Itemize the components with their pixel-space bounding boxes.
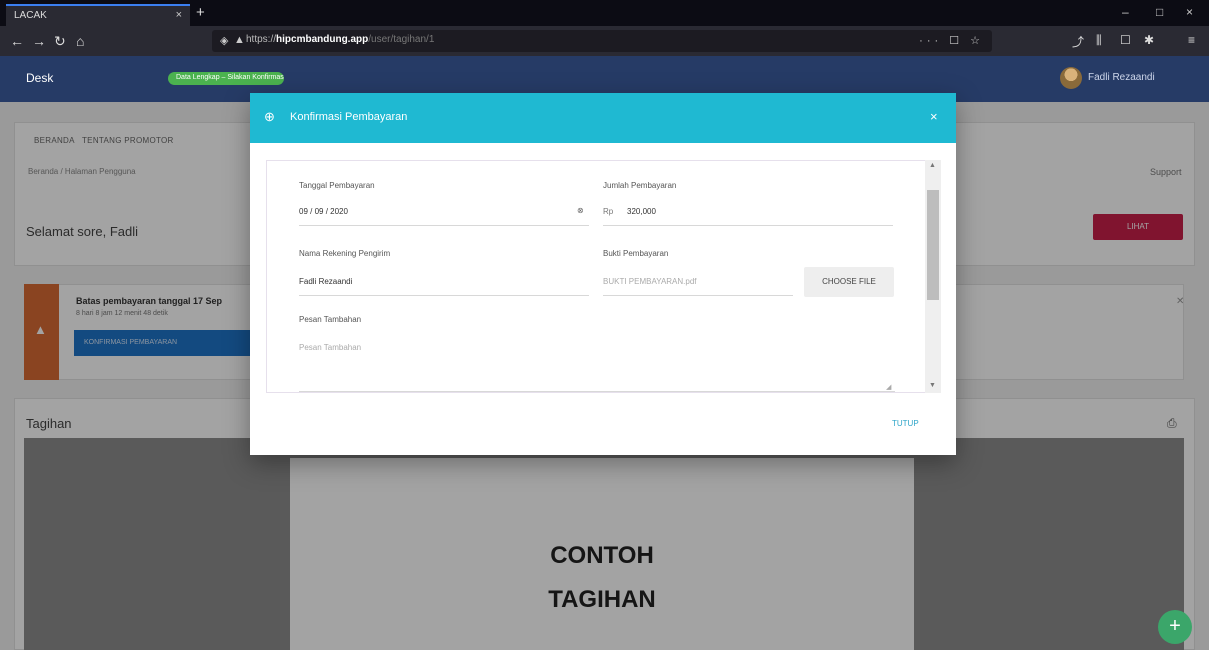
pesan-label: Pesan Tambahan	[299, 315, 362, 324]
url-path: /user/tagihan/1	[368, 34, 435, 45]
pesan-underline	[299, 391, 895, 392]
reload-icon[interactable]: ↻	[54, 33, 66, 49]
tanggal-label: Tanggal Pembayaran	[299, 181, 375, 190]
nama-rekening-label: Nama Rekening Pengirim	[299, 249, 391, 258]
menu-icon[interactable]: ≡	[1188, 33, 1195, 47]
scroll-up-icon[interactable]: ▲	[929, 162, 936, 169]
jumlah-label: Jumlah Pembayaran	[603, 181, 677, 190]
new-tab-button[interactable]: +	[196, 4, 205, 21]
tanggal-input[interactable]: 09 / 09 / 2020	[299, 207, 348, 216]
window-close-button[interactable]: ×	[1186, 5, 1193, 19]
scrollbar-thumb[interactable]	[927, 190, 939, 300]
nama-rekening-input[interactable]: Fadli Rezaandi	[299, 277, 352, 286]
calendar-icon[interactable]: ⊗	[577, 206, 584, 215]
browser-nav-bar: ← → ↻ ⌂ ◈ ▲ https://hipcmbandung.app/use…	[0, 26, 1209, 56]
user-menu[interactable]: Fadli Rezaandi	[1088, 72, 1155, 83]
minimize-button[interactable]: –	[1122, 5, 1129, 19]
nama-underline	[299, 295, 589, 296]
addon-icon[interactable]: ✱	[1144, 33, 1154, 47]
browser-tab-bar: LACAK × + – □ ×	[0, 0, 1209, 26]
tab-close-icon[interactable]: ×	[176, 9, 182, 21]
dialog-close-icon[interactable]: ×	[930, 109, 938, 124]
shield-icon: ◈	[220, 35, 229, 47]
home-icon[interactable]: ⌂	[76, 33, 84, 49]
dialog-title: Konfirmasi Pembayaran	[290, 111, 408, 123]
url-host: hipcmbandung.app	[276, 34, 369, 45]
choose-file-button[interactable]: CHOOSE FILE	[804, 267, 894, 297]
back-icon[interactable]: ←	[10, 33, 24, 49]
dialog-header: ⊕ Konfirmasi Pembayaran ×	[250, 93, 956, 143]
url-bar[interactable]: ◈ ▲ https://hipcmbandung.app/user/tagiha…	[212, 30, 992, 52]
url-actions-icon[interactable]: ··· ☐ ☆	[919, 34, 984, 47]
url-prefix: https://	[246, 34, 277, 45]
library-icon[interactable]: ⫼	[1096, 33, 1102, 48]
avatar[interactable]	[1060, 67, 1082, 89]
scroll-down-icon[interactable]: ▼	[929, 382, 936, 389]
form-scrollbar[interactable]: ▲ ▼	[925, 160, 941, 393]
tutup-button[interactable]: TUTUP	[892, 419, 919, 428]
fab-add-button[interactable]: +	[1158, 610, 1192, 644]
konfirmasi-pembayaran-dialog: ⊕ Konfirmasi Pembayaran × Tanggal Pembay…	[250, 93, 956, 455]
tanggal-underline	[299, 225, 589, 226]
lock-icon: ▲	[234, 34, 245, 46]
plus-circle-icon: ⊕	[264, 109, 275, 124]
jumlah-input[interactable]: 320,000	[627, 207, 656, 216]
resize-handle-icon[interactable]: ◢	[886, 383, 891, 391]
extension-icon[interactable]: ⤴	[1072, 33, 1084, 50]
bukti-label: Bukti Pembayaran	[603, 249, 669, 258]
brand-logo[interactable]: Desk	[26, 71, 53, 85]
browser-tab[interactable]: LACAK ×	[6, 4, 190, 26]
pesan-textarea[interactable]: Pesan Tambahan	[299, 343, 361, 352]
forward-icon[interactable]: →	[32, 33, 46, 49]
maximize-button[interactable]: □	[1156, 5, 1163, 19]
bukti-filename[interactable]: BUKTI PEMBAYARAN.pdf	[603, 277, 697, 286]
jumlah-underline	[603, 225, 893, 226]
container-icon[interactable]: ☐	[1120, 33, 1131, 47]
jumlah-prefix: Rp	[603, 207, 614, 216]
tab-title: LACAK	[14, 10, 47, 21]
bukti-underline	[603, 295, 793, 296]
status-badge: Data Lengkap – Silakan Konfirmasi	[168, 72, 284, 85]
